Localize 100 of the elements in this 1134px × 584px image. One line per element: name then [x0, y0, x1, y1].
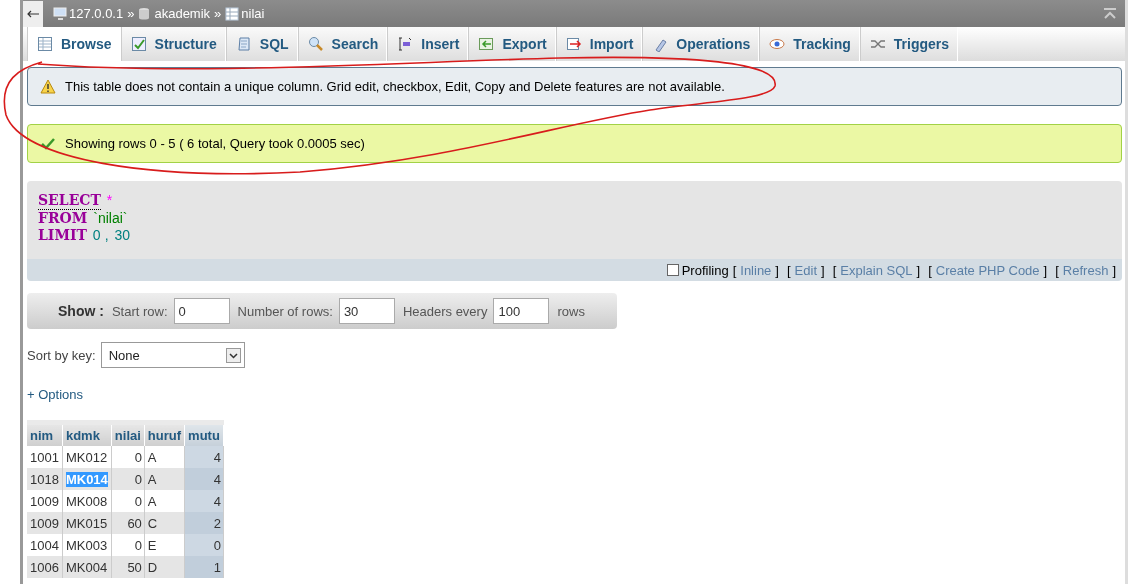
tab-icon — [769, 36, 786, 52]
tab-icon — [478, 36, 495, 52]
table-cell: 0 — [111, 490, 145, 512]
action-link[interactable]: Inline — [740, 262, 772, 278]
table-cell: 4 — [184, 490, 224, 512]
tab[interactable]: Insert — [387, 27, 469, 61]
table-cell: MK012 — [62, 446, 112, 468]
tab[interactable]: Tracking — [759, 27, 860, 61]
sql-token: 30 — [114, 227, 131, 244]
bracket: ] — [775, 262, 779, 278]
bracket: [ — [928, 262, 932, 278]
table-cell: E — [144, 534, 185, 556]
back-arrow-icon — [26, 8, 40, 19]
action-link[interactable]: Explain SQL — [840, 262, 913, 278]
table-icon — [225, 6, 240, 21]
sql-keyword[interactable]: SELECT — [38, 192, 101, 210]
table-cell: 1009 — [27, 512, 63, 534]
table-cell: A — [144, 446, 185, 468]
tab-icon — [235, 36, 252, 52]
action-link[interactable]: Edit — [794, 262, 817, 278]
field-label: Start row: — [111, 303, 168, 319]
sql-token: * — [106, 192, 113, 209]
warning-icon — [40, 79, 57, 94]
bracket: [ — [786, 262, 791, 278]
tab[interactable]: Export — [468, 27, 556, 61]
sql-token: `nilai` — [93, 210, 128, 227]
bracket: [ — [1055, 262, 1059, 278]
input-field[interactable]: 100 — [493, 298, 550, 324]
column-header[interactable]: nim — [27, 425, 63, 446]
table-cell: C — [144, 512, 185, 534]
bracket: ] — [916, 262, 921, 278]
table-cell: 50 — [111, 556, 145, 578]
server-icon — [53, 6, 67, 21]
table-cell: MK003 — [62, 534, 112, 556]
breadcrumb-separator: » — [127, 6, 135, 21]
tab[interactable]: Import — [555, 27, 643, 61]
tab[interactable]: Browse — [27, 27, 121, 61]
tab[interactable]: Triggers — [859, 27, 959, 61]
tab-icon — [130, 36, 147, 52]
table-cell: A — [144, 468, 185, 490]
bracket: [ — [832, 262, 837, 278]
table-cell: D — [144, 556, 185, 578]
tab[interactable]: SQL — [225, 27, 298, 61]
tab-icon — [307, 36, 324, 52]
table-cell: 1009 — [27, 490, 63, 512]
table-cell: 1018 — [27, 468, 63, 490]
breadcrumb-link[interactable]: nilai — [241, 6, 265, 21]
profiling-label: Profiling — [681, 262, 729, 278]
column-header[interactable]: kdmk — [62, 425, 112, 446]
table-cell: MK015 — [62, 512, 112, 534]
table-cell: MK008 — [62, 490, 112, 512]
table-cell: 1001 — [27, 446, 63, 468]
column-header[interactable]: nilai — [111, 425, 145, 446]
table-cell: 60 — [111, 512, 145, 534]
table-cell: 1006 — [27, 556, 63, 578]
back-button[interactable] — [23, 0, 43, 27]
tab-icon — [565, 36, 582, 52]
table-cell: 0 — [111, 446, 145, 468]
table-cell: 1004 — [27, 534, 63, 556]
field-label: rows — [557, 303, 585, 319]
input-field[interactable]: 0 — [173, 298, 230, 324]
table-cell: 4 — [184, 468, 224, 490]
table-cell: MK004 — [62, 556, 112, 578]
action-link[interactable]: Create PHP Code — [935, 262, 1040, 278]
action-link[interactable]: Refresh — [1062, 262, 1109, 278]
tab[interactable]: Search — [297, 27, 388, 61]
show-label: Show : — [58, 303, 104, 319]
tab[interactable]: Structure — [120, 27, 226, 61]
table-cell: 4 — [184, 446, 224, 468]
sql-keyword[interactable]: LIMIT — [38, 227, 87, 244]
collapse-icon — [1103, 7, 1117, 20]
sort-label: Sort by key: — [27, 347, 96, 363]
sql-keyword[interactable]: FROM — [38, 210, 88, 227]
profiling-checkbox[interactable] — [666, 264, 679, 276]
tab-icon — [397, 36, 414, 52]
bracket: ] — [821, 262, 825, 278]
table-cell: A — [144, 490, 185, 512]
table-cell: 0 — [184, 534, 224, 556]
table-cell: MK014 — [62, 468, 112, 490]
sort-dropdown[interactable]: None — [100, 342, 245, 368]
table-cell: 0 — [111, 534, 145, 556]
table-cell: 2 — [184, 512, 224, 534]
input-field[interactable]: 30 — [338, 298, 395, 324]
bracket: ] — [1112, 262, 1116, 278]
bracket: ] — [1043, 262, 1048, 278]
breadcrumb-separator: » — [214, 6, 222, 21]
sql-token: 0 — [92, 227, 101, 244]
breadcrumb-link[interactable]: 127.0.0.1 — [69, 6, 124, 21]
message-text: Showing rows 0 - 5 ( 6 total, Query took 0.0005 sec) — [65, 136, 365, 151]
tab[interactable]: Operations — [642, 27, 760, 61]
breadcrumb-link[interactable]: akademik — [154, 6, 211, 21]
options-link[interactable]: + Options — [27, 387, 83, 402]
column-header[interactable]: mutu — [184, 425, 224, 446]
bracket: [ — [732, 262, 737, 278]
table-cell: 0 — [111, 468, 145, 490]
message-text: This table does not contain a unique column. Grid edit, checkbox, Edit, Copy and Delete features are not available. — [65, 79, 725, 94]
sql-token: , — [104, 227, 109, 244]
tab-icon — [37, 36, 53, 52]
field-label: Headers every — [402, 303, 488, 319]
column-header[interactable]: huruf — [144, 425, 185, 446]
